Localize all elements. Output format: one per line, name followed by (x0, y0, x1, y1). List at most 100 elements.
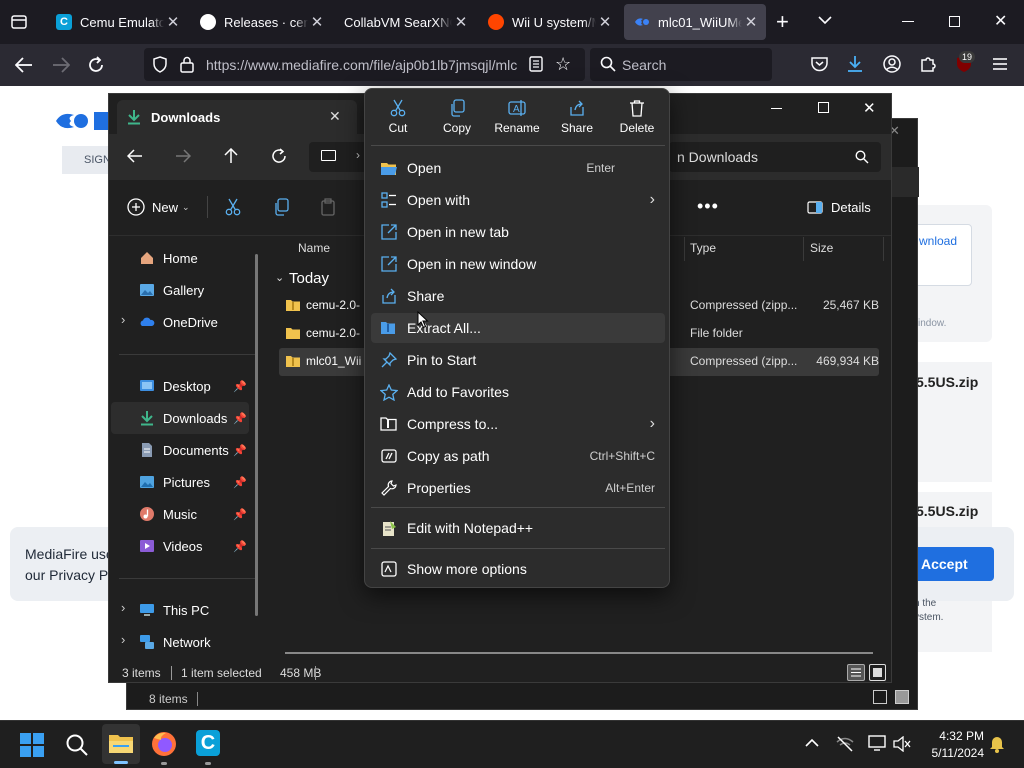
search-box[interactable]: n Downloads (669, 142, 881, 172)
pocket-icon[interactable] (811, 56, 828, 72)
nav-scrollbar[interactable] (255, 254, 258, 616)
tab-overview-icon[interactable] (10, 13, 28, 31)
nav-item-documents[interactable]: Documents 📌 (139, 434, 247, 466)
expand-chevron-icon[interactable]: › (121, 632, 125, 647)
close-window-icon[interactable]: ✕ (994, 11, 1007, 31)
taskbar-cemu-button[interactable]: C (196, 730, 220, 765)
taskbar-firefox-button[interactable] (150, 730, 178, 765)
tiles-view-icon[interactable] (869, 664, 886, 681)
account-icon[interactable] (883, 55, 901, 73)
column-header-name[interactable]: Name (298, 241, 330, 255)
notification-bell-icon[interactable] (989, 735, 1005, 753)
forward-icon[interactable] (52, 57, 70, 73)
clock-time[interactable]: 4:32 PM (934, 729, 984, 743)
copy-action[interactable]: Copy (429, 99, 485, 135)
nav-item-network[interactable]: Network (139, 626, 257, 658)
shield-icon[interactable] (152, 56, 168, 73)
bookmark-star-icon[interactable]: ☆ (555, 54, 571, 75)
menu-item-open[interactable]: Open Enter (371, 153, 665, 183)
menu-item-extract-all[interactable]: Extract All... (371, 313, 665, 343)
horizontal-scrollbar[interactable] (285, 652, 873, 654)
pin-icon[interactable]: 📌 (233, 476, 247, 489)
mediafire-logo[interactable] (54, 108, 114, 134)
menu-item-open-with[interactable]: Open with › (371, 185, 665, 215)
menu-item-properties[interactable]: Properties Alt+Enter (371, 473, 665, 503)
tiles-view-icon[interactable] (895, 690, 909, 704)
volume-muted-icon[interactable] (893, 736, 911, 752)
rename-action[interactable]: A Rename (489, 99, 545, 135)
browser-tab-reddit[interactable]: Wii U system/M ✕ (478, 4, 620, 40)
pin-icon[interactable]: 📌 (233, 508, 247, 521)
share-action[interactable]: Share (549, 99, 605, 135)
taskbar-explorer-button[interactable] (102, 724, 140, 764)
browser-tab-releases[interactable]: Releases · cemu- ✕ (190, 4, 332, 40)
nav-item-desktop[interactable]: Desktop 📌 (139, 370, 247, 402)
nav-item-gallery[interactable]: Gallery (139, 274, 257, 306)
menu-item-show-more[interactable]: Show more options (371, 554, 665, 584)
expand-chevron-icon[interactable]: › (121, 600, 125, 615)
url-bar[interactable]: https://www.mediafire.com/file/ajp0b1lb7… (144, 48, 585, 81)
close-tab-icon[interactable]: ✕ (742, 13, 760, 31)
nav-item-home[interactable]: Home (139, 242, 257, 274)
start-button[interactable] (20, 733, 44, 757)
menu-item-notepadpp[interactable]: Edit with Notepad++ (371, 513, 665, 543)
search-bar[interactable]: Search (590, 48, 772, 81)
maximize-icon[interactable] (818, 102, 829, 113)
menu-hamburger-icon[interactable] (992, 57, 1008, 71)
nav-item-videos[interactable]: Videos 📌 (139, 530, 247, 562)
taskbar-search-icon[interactable] (65, 733, 89, 757)
back-arrow-icon[interactable] (127, 149, 143, 163)
nav-item-music[interactable]: Music 📌 (139, 498, 247, 530)
browser-tab-mediafire[interactable]: mlc01_WiiUMer ✕ (624, 4, 766, 40)
details-view-icon[interactable] (847, 664, 865, 681)
list-all-tabs-icon[interactable] (818, 15, 832, 25)
new-tab-button[interactable]: + (776, 11, 789, 33)
nav-item-this-pc[interactable]: This PC (139, 594, 257, 626)
nav-item-downloads[interactable]: Downloads 📌 (139, 402, 247, 434)
pin-icon[interactable]: 📌 (233, 540, 247, 553)
menu-item-open-new-window[interactable]: Open in new window (371, 249, 665, 279)
paste-icon[interactable] (321, 198, 335, 216)
cut-action[interactable]: Cut (370, 99, 426, 135)
reader-view-icon[interactable] (529, 56, 543, 72)
column-header-type[interactable]: Type (690, 241, 716, 255)
restore-icon[interactable] (949, 16, 960, 27)
close-window-icon[interactable]: ✕ (863, 99, 876, 117)
up-arrow-icon[interactable] (224, 148, 238, 164)
more-options-icon[interactable]: ••• (697, 196, 719, 217)
back-search-box[interactable] (889, 167, 919, 197)
show-hidden-icons[interactable] (805, 738, 819, 748)
menu-item-compress[interactable]: Compress to... › (371, 409, 665, 439)
extensions-puzzle-icon[interactable] (919, 55, 937, 73)
display-icon[interactable] (868, 735, 886, 751)
close-tab-icon[interactable]: ✕ (452, 13, 470, 31)
new-button[interactable]: New ⌄ (127, 198, 190, 216)
expand-chevron-icon[interactable]: › (121, 312, 125, 327)
menu-item-add-favorites[interactable]: Add to Favorites (371, 377, 665, 407)
column-header-size[interactable]: Size (810, 241, 833, 255)
network-offline-icon[interactable] (836, 736, 854, 752)
nav-item-pictures[interactable]: Pictures 📌 (139, 466, 247, 498)
delete-action[interactable]: Delete (609, 99, 665, 135)
menu-item-pin-to-start[interactable]: Pin to Start (371, 345, 665, 375)
reload-icon[interactable] (87, 56, 105, 74)
lock-icon[interactable] (180, 56, 194, 73)
pin-icon[interactable]: 📌 (233, 380, 247, 393)
menu-item-open-new-tab[interactable]: Open in new tab (371, 217, 665, 247)
group-header[interactable]: Today (289, 270, 329, 287)
address-bar[interactable]: › (309, 142, 369, 172)
details-view-icon[interactable] (873, 690, 887, 704)
menu-item-copy-as-path[interactable]: Copy as path Ctrl+Shift+C (371, 441, 665, 471)
close-tab-icon[interactable]: ✕ (164, 13, 182, 31)
back-icon[interactable] (15, 57, 33, 73)
forward-arrow-icon[interactable] (175, 149, 191, 163)
close-tab-icon[interactable]: ✕ (596, 13, 614, 31)
menu-item-share[interactable]: Share (371, 281, 665, 311)
browser-tab-cemu[interactable]: C Cemu Emulator ✕ (46, 4, 188, 40)
pin-icon[interactable]: 📌 (233, 412, 247, 425)
close-tab-icon[interactable]: ✕ (329, 108, 341, 125)
close-tab-icon[interactable]: ✕ (308, 13, 326, 31)
browser-tab-searxng[interactable]: CollabVM SearXNG ✕ (334, 4, 476, 40)
details-pane-button[interactable]: Details (807, 200, 871, 215)
minimize-icon[interactable] (771, 108, 782, 109)
